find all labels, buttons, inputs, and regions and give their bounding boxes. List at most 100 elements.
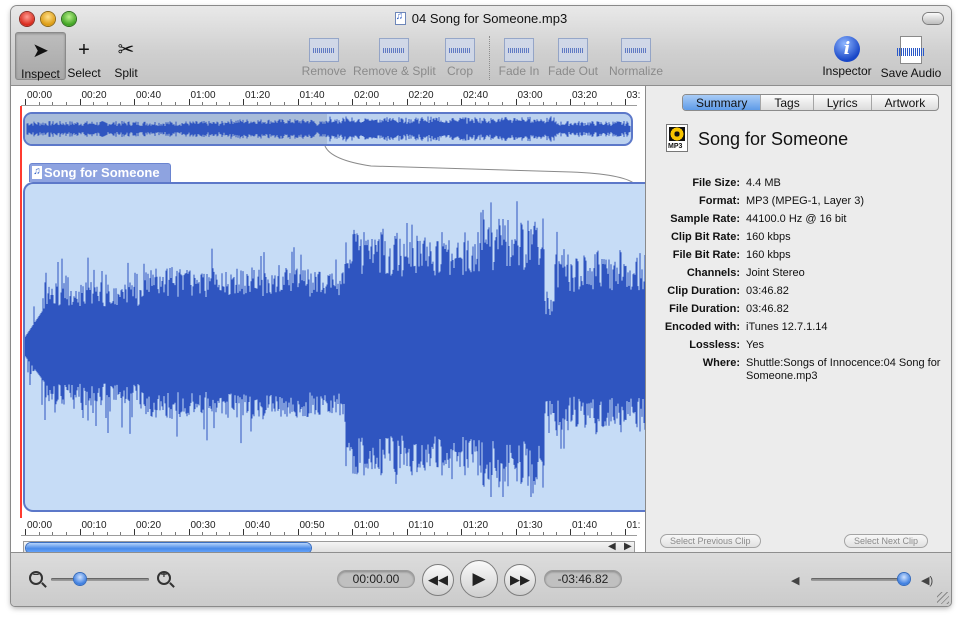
fast-forward-button[interactable]: ▶▶ <box>504 564 536 596</box>
top-ruler-minor-tick <box>556 102 558 105</box>
crop-label: Crop <box>446 64 473 78</box>
title-toolbar: 04 Song for Someone.mp3 ➤ Inspect + Sele… <box>11 6 951 86</box>
bottom-ruler-label: 01:30 <box>517 520 543 531</box>
scroll-left-arrow[interactable]: ◀ <box>608 541 616 552</box>
bottom-ruler-minor-tick <box>106 532 108 535</box>
top-ruler-minor-tick <box>52 102 54 105</box>
overview-waveform[interactable] <box>23 112 633 146</box>
property-value: Shuttle:Songs of Innocence:04 Song for S… <box>746 357 941 382</box>
top-ruler-tick <box>79 99 81 105</box>
waveform-editor[interactable]: 00:00 00:20 00:40 01:00 01:20 01:40 02:00 02:20… <box>11 86 645 555</box>
top-ruler-minor-tick <box>597 102 599 105</box>
property-value: MP3 (MPEG-1, Layer 3) <box>746 195 864 207</box>
bottom-ruler-minor-tick <box>529 532 531 535</box>
volume-high-icon: ◀) <box>921 575 934 587</box>
bottom-ruler-minor-tick <box>52 532 54 535</box>
inspect-label: Inspect <box>21 67 60 81</box>
top-ruler-label: 01:00 <box>190 90 216 101</box>
property-row: File Size: 4.4 MB <box>650 177 946 195</box>
top-ruler-label: 03:00 <box>517 90 543 101</box>
scroll-right-arrow[interactable]: ▶ <box>624 541 632 552</box>
property-key: File Bit Rate: <box>672 249 740 261</box>
top-ruler-label: 03: <box>626 90 641 101</box>
audio-clip[interactable] <box>23 182 645 512</box>
bottom-ruler-label: 00:50 <box>299 520 325 531</box>
remove-button[interactable]: Remove <box>301 32 347 80</box>
bottom-ruler-label: 01:00 <box>354 520 380 531</box>
zoom-out-icon[interactable]: − <box>29 569 43 585</box>
split-tool-button[interactable]: ✂ Split <box>109 32 143 80</box>
arrow-cursor-icon: ➤ <box>32 40 49 62</box>
property-key: Where: <box>702 357 740 369</box>
top-ruler-label: 03:20 <box>572 90 598 101</box>
top-ruler-label: 01:40 <box>299 90 325 101</box>
crop-button[interactable]: Crop <box>441 32 479 80</box>
property-key: Clip Bit Rate: <box>670 231 740 243</box>
tab-artwork[interactable]: Artwork <box>870 95 939 110</box>
top-ruler-minor-tick <box>392 102 394 105</box>
property-value: iTunes 12.7.1.14 <box>746 321 828 333</box>
resize-grip[interactable] <box>937 592 949 604</box>
property-key: Format: <box>699 195 740 207</box>
mp3-file-icon: MP3 <box>666 124 688 152</box>
play-button[interactable]: ▶ <box>460 560 498 598</box>
bottom-ruler-tick <box>570 529 571 535</box>
top-ruler-label: 02:40 <box>463 90 489 101</box>
inspector-tab-control[interactable]: Summary Tags Lyrics Artwork <box>682 94 940 111</box>
property-value: Joint Stereo <box>746 267 805 279</box>
property-row: File Duration: 03:46.82 <box>650 303 946 321</box>
fast-forward-icon: ▶▶ <box>510 572 530 587</box>
playhead-marker[interactable] <box>20 106 22 518</box>
volume-slider[interactable] <box>811 573 911 585</box>
clip-timeline-ruler[interactable]: 00:00 00:10 00:20 00:30 00:40 00:50 01:00 01:10… <box>21 518 640 536</box>
top-ruler-label: 01:20 <box>245 90 271 101</box>
select-next-clip-button[interactable]: Select Next Clip <box>844 534 929 548</box>
bottom-ruler-tick <box>25 529 26 535</box>
top-ruler-minor-tick <box>365 102 367 105</box>
tab-summary[interactable]: Summary <box>683 95 761 110</box>
property-key: File Size: <box>692 177 740 189</box>
fade-in-button[interactable]: Fade In <box>497 32 541 80</box>
top-ruler-label: 00:40 <box>136 90 162 101</box>
top-ruler-minor-tick <box>338 102 340 105</box>
clip-name-tab[interactable]: ♫ Song for Someone <box>29 163 171 182</box>
volume-slider-knob[interactable] <box>898 573 911 585</box>
toolbar-separator <box>489 36 490 80</box>
bottom-ruler-tick <box>134 529 135 535</box>
overview-timeline-ruler[interactable]: 00:00 00:20 00:40 01:00 01:20 01:40 02:00 02:20… <box>21 88 640 106</box>
bottom-ruler-tick <box>461 529 462 535</box>
play-icon: ▶ <box>472 569 486 588</box>
fade-in-label: Fade In <box>498 64 540 78</box>
property-key: Clip Duration: <box>667 285 740 297</box>
bottom-ruler-minor-tick <box>474 532 476 535</box>
zoom-slider-knob[interactable] <box>74 573 87 585</box>
bottom-ruler-tick <box>297 529 299 535</box>
top-ruler-minor-tick <box>447 102 449 105</box>
bottom-ruler-minor-tick <box>311 532 313 535</box>
select-previous-clip-button[interactable]: Select Previous Clip <box>660 534 761 548</box>
rewind-button[interactable]: ◀◀ <box>422 564 454 596</box>
inspect-tool-button[interactable]: ➤ Inspect <box>15 32 66 81</box>
tab-tags[interactable]: Tags <box>760 95 812 110</box>
zoom-slider[interactable] <box>51 573 149 585</box>
bottom-ruler-minor-tick <box>556 532 558 535</box>
top-ruler-tick <box>515 99 517 105</box>
select-tool-button[interactable]: + Select <box>66 32 102 80</box>
save-audio-button[interactable]: Save Audio <box>879 32 943 80</box>
save-audio-label: Save Audio <box>880 66 942 80</box>
fade-out-button[interactable]: Fade Out <box>547 32 599 80</box>
top-ruler-minor-tick <box>583 102 585 105</box>
normalize-icon <box>621 38 651 62</box>
bottom-ruler-minor-tick <box>379 532 381 535</box>
property-key: Sample Rate: <box>670 213 740 225</box>
top-ruler-label: 00:00 <box>27 90 53 101</box>
property-value: 160 kbps <box>746 231 791 243</box>
bottom-ruler-label: 00:20 <box>136 520 162 531</box>
remove-split-button[interactable]: Remove & Split <box>353 32 436 80</box>
inspector-button[interactable]: i Inspector <box>819 32 875 80</box>
zoom-in-icon[interactable]: + <box>157 569 171 585</box>
property-row: Sample Rate: 44100.0 Hz @ 16 bit <box>650 213 946 231</box>
tab-lyrics[interactable]: Lyrics <box>812 95 871 110</box>
normalize-button[interactable]: Normalize <box>605 32 667 80</box>
bottom-ruler-minor-tick <box>583 532 585 535</box>
